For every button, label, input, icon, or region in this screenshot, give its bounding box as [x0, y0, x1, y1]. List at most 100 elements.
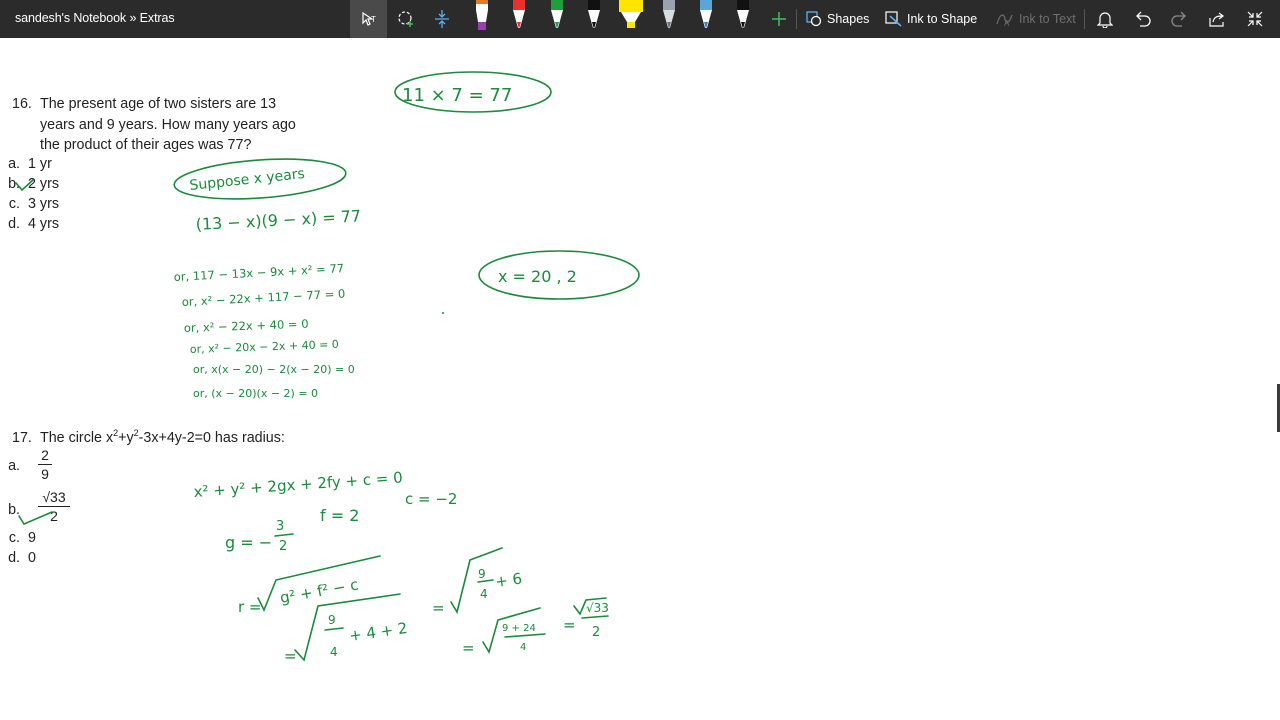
ink-radius-label: r = — [238, 598, 262, 616]
insert-space-button[interactable] — [428, 0, 456, 38]
notifications-button[interactable] — [1094, 0, 1116, 38]
ink-g-value: g = − — [225, 533, 272, 552]
yellow-highlighter-pen[interactable] — [618, 0, 644, 32]
ink-fraction-numerator: 9 — [328, 613, 336, 627]
ink-equation: or, x² − 20x − 2x + 40 = 0 — [190, 338, 339, 356]
black-pen[interactable] — [585, 0, 603, 32]
ink-g-denominator: 2 — [279, 539, 287, 554]
ink-equals: = — [462, 639, 475, 657]
option-text: 4 yrs — [28, 216, 59, 232]
toolbar-divider — [1084, 9, 1085, 29]
share-icon — [1209, 12, 1224, 27]
ink-equals: = — [432, 599, 445, 617]
fullscreen-exit-icon — [1247, 11, 1263, 27]
option-letter: a. — [8, 156, 20, 172]
option-text: 1 yr — [28, 156, 52, 172]
bell-icon — [1097, 12, 1113, 28]
ink-equals: = — [563, 616, 576, 634]
ink-f-value: f = 2 — [320, 506, 359, 525]
purple-highlighter-pen[interactable] — [473, 0, 491, 32]
question-text-line: years and 9 years. How many years ago — [40, 116, 296, 133]
radical-sign — [450, 547, 503, 615]
ink-c-value: c = −2 — [405, 490, 457, 508]
question-16: 16. The present age of two sisters are 1… — [12, 94, 352, 156]
option-a: a. — [0, 458, 28, 474]
ink-equation: or, x(x − 20) − 2(x − 20) = 0 — [193, 363, 355, 376]
option-letter: d. — [8, 550, 20, 566]
fraction-denominator: 2 — [50, 508, 58, 524]
option-letter: b. — [8, 502, 20, 518]
ink-plus-six: + 6 — [494, 569, 523, 591]
top-toolbar: sandesh's Notebook » Extras T Shapes Ink… — [0, 0, 1280, 38]
ink-to-shape-icon — [885, 11, 902, 27]
galaxy-pen[interactable] — [697, 0, 715, 32]
shapes-icon — [806, 11, 822, 27]
radical-sign — [257, 555, 381, 612]
fraction-bar — [504, 633, 546, 638]
fraction-bar — [324, 627, 344, 631]
option-letter: d. — [8, 216, 20, 232]
lasso-select-button[interactable]: T — [350, 0, 387, 38]
ink-fraction-numerator: 9 — [478, 567, 486, 581]
svg-text:A: A — [1004, 19, 1010, 27]
question-text: The circle x2+y2-3x+4y-2=0 has radius: — [40, 428, 285, 449]
ink-result-denominator: 2 — [592, 625, 600, 640]
question-number: 16. — [12, 96, 32, 112]
question-number: 17. — [12, 430, 32, 446]
option-d: d. 0 — [0, 550, 36, 566]
option-text: 2 yrs — [28, 176, 59, 192]
ink-to-text-button[interactable]: A Ink to Text — [996, 0, 1076, 38]
fraction-bar — [38, 464, 52, 465]
ink-equation: or, x² − 22x + 40 = 0 — [184, 317, 309, 335]
ink-equals: = — [284, 647, 297, 665]
ink-select-button[interactable] — [390, 0, 422, 38]
question-text-part: -3x+4y-2=0 has radius: — [138, 430, 285, 446]
oval-11x7 — [394, 71, 552, 113]
ink-answer: x = 20 , 2 — [498, 267, 577, 286]
shapes-label: Shapes — [827, 12, 870, 26]
green-pen[interactable] — [548, 0, 566, 32]
radical-sign — [294, 593, 401, 662]
oval-answer — [478, 250, 640, 300]
ink-fraction-numerator: 9 + 24 — [502, 623, 536, 634]
option-c: c. 9 — [0, 530, 36, 546]
add-pen-button[interactable] — [768, 0, 790, 38]
option-text: 3 yrs — [28, 196, 59, 212]
share-button[interactable] — [1205, 0, 1229, 38]
ink-circle-general-form: x² + y² + 2gx + 2fy + c = 0 — [193, 468, 403, 501]
option-letter: a. — [8, 458, 20, 474]
ink-radius-expression: g² + f² − c — [279, 575, 360, 606]
exit-full-screen-button[interactable] — [1243, 0, 1267, 38]
svg-text:T: T — [371, 15, 376, 24]
ink-11x7: 11 × 7 = 77 — [402, 85, 512, 106]
ink-g-numerator: 3 — [276, 519, 284, 534]
ink-equation: or, x² − 22x + 117 − 77 = 0 — [181, 286, 345, 309]
fraction-bar — [274, 533, 294, 537]
option-text: 0 — [28, 550, 36, 566]
fraction-numerator: √33 — [42, 489, 66, 505]
black-marker[interactable] — [734, 0, 752, 32]
option-a: a. 1 yr — [0, 156, 52, 172]
ink-plus-terms: + 4 + 2 — [348, 619, 408, 645]
ink-fraction-denominator: 4 — [480, 587, 488, 601]
ink-fraction-denominator: 4 — [330, 645, 338, 659]
fraction-bar — [38, 506, 70, 507]
notebook-breadcrumb[interactable]: sandesh's Notebook » Extras — [15, 11, 175, 25]
question-text-line: The present age of two sisters are 13 — [40, 96, 277, 112]
ink-suppose: Suppose x years — [189, 166, 306, 194]
shapes-button[interactable]: Shapes — [806, 0, 869, 38]
undo-icon — [1136, 11, 1151, 27]
fraction-numerator: 2 — [41, 447, 49, 463]
toolbar-divider — [796, 9, 797, 29]
option-text: 9 — [28, 530, 36, 546]
redo-button[interactable] — [1168, 0, 1192, 38]
ink-to-text-icon: A — [996, 14, 1013, 27]
red-pen[interactable] — [510, 0, 528, 32]
ink-equation: (13 − x)(9 − x) = 77 — [195, 206, 361, 234]
ink-fraction-denominator: 4 — [520, 642, 526, 653]
undo-button[interactable] — [1130, 0, 1154, 38]
gray-pencil[interactable] — [660, 0, 678, 32]
fraction-bar — [581, 615, 609, 619]
radical-sign — [573, 597, 607, 616]
ink-to-shape-button[interactable]: Ink to Shape — [885, 0, 977, 38]
